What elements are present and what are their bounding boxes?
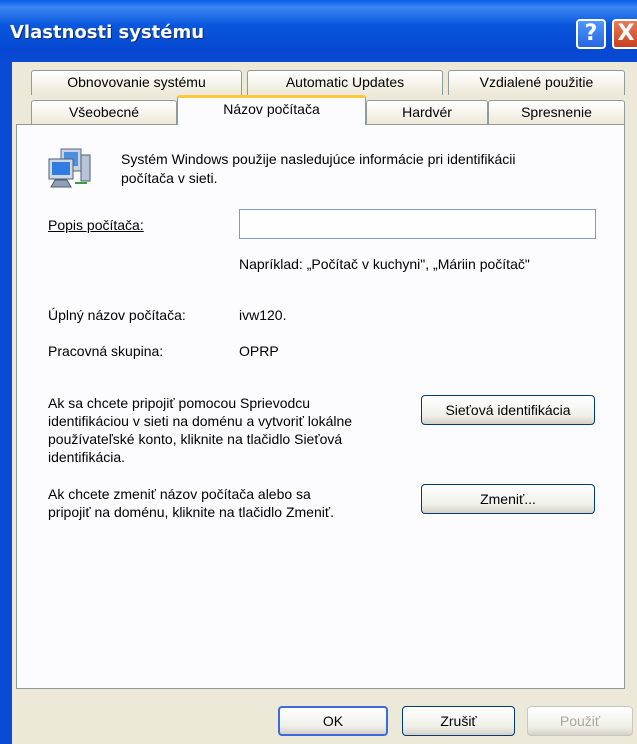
description-label: Popis počítača: <box>48 217 144 233</box>
computer-description-input[interactable] <box>239 209 596 239</box>
tab-computer-name[interactable]: Názov počítača <box>177 95 366 125</box>
description-example: Napríklad: „Počítač v kuchyni", „Máriin … <box>239 256 530 272</box>
help-icon[interactable]: ? <box>576 19 606 49</box>
cancel-button[interactable]: Zrušiť <box>402 706 515 736</box>
network-id-text-line2: identifikáciou v sieti na doménu a vytvo… <box>48 413 353 429</box>
info-text-line1: Systém Windows použije nasledujúce infor… <box>121 151 516 167</box>
close-icon[interactable]: X <box>612 19 637 49</box>
change-text-line1: Ak chcete zmeniť názov počítača alebo sa <box>48 486 311 502</box>
computer-network-icon <box>48 148 91 188</box>
change-text-line2: pripojiť na doménu, kliknite na tlačidlo… <box>48 504 334 520</box>
tab-automatic-updates[interactable]: Automatic Updates <box>247 70 443 95</box>
system-properties-window: Vlastnosti systému ? X Obnovovanie systé… <box>0 0 637 744</box>
tab-remote[interactable]: Vzdialené použitie <box>448 70 625 95</box>
network-id-text-line4: identifikácia. <box>48 449 126 465</box>
ok-button[interactable]: OK <box>278 706 388 736</box>
apply-button[interactable]: Použiť <box>527 706 633 736</box>
window-title: Vlastnosti systému <box>10 22 205 43</box>
tab-general[interactable]: Všeobecné <box>31 100 177 125</box>
change-button[interactable]: Zmeniť... <box>421 484 595 514</box>
title-bar[interactable]: Vlastnosti systému ? X <box>0 0 637 62</box>
full-name-value: ivw120. <box>239 307 287 323</box>
network-id-button[interactable]: Sieťová identifikácia <box>421 395 595 425</box>
network-id-text-line1: Ak sa chcete pripojiť pomocou Sprievodcu <box>48 395 311 411</box>
tab-advanced[interactable]: Spresnenie <box>488 100 625 125</box>
info-text-line2: počítača v sieti. <box>121 170 218 186</box>
full-name-label: Úplný názov počítača: <box>48 307 186 323</box>
tab-system-restore[interactable]: Obnovovanie systému <box>31 70 242 95</box>
network-id-text-line3: používateľské konto, kliknite na tlačidl… <box>48 431 343 447</box>
workgroup-label: Pracovná skupina: <box>48 343 164 359</box>
workgroup-value: OPRP <box>239 343 279 359</box>
tab-hardware[interactable]: Hardvér <box>366 100 488 125</box>
